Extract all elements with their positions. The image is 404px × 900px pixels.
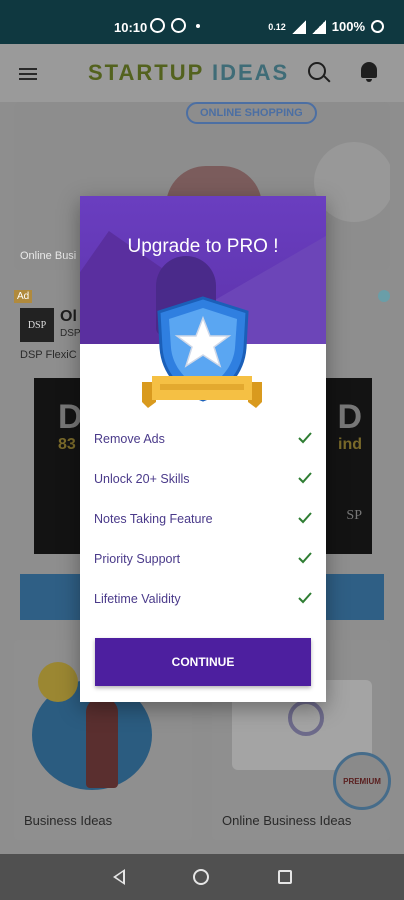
upgrade-dialog: Upgrade to PRO ! Remove Ads Unlock 20+ S… — [80, 196, 326, 702]
feature-row: Unlock 20+ Skills — [94, 468, 312, 508]
feature-row: Remove Ads — [94, 428, 312, 468]
ad-image-text: ind — [338, 436, 362, 453]
feature-label: Lifetime Validity — [94, 592, 181, 606]
dot-icon — [196, 23, 200, 28]
businessman-illustration — [86, 698, 118, 788]
app-bar: STARTUP IDEAS — [0, 44, 404, 102]
ribbon-icon — [142, 376, 262, 408]
tile-label: Business Ideas — [24, 813, 113, 828]
app-logo: STARTUP IDEAS — [88, 60, 289, 86]
logo-text-ideas: IDEAS — [211, 60, 290, 85]
status-right: 0.12 100% — [268, 19, 384, 34]
check-icon — [298, 432, 312, 444]
premium-badge[interactable]: PREMIUM — [333, 752, 391, 810]
banner-label: Online Busi — [20, 250, 77, 262]
feature-list: Remove Ads Unlock 20+ Skills Notes Takin… — [94, 428, 312, 628]
advertiser-logo: DSP — [20, 308, 54, 342]
ad-subtitle: DSP — [60, 328, 81, 339]
feature-label: Notes Taking Feature — [94, 512, 213, 526]
status-time: 10:10 — [114, 20, 148, 35]
wifi-signal-icon — [291, 19, 306, 34]
feature-row: Notes Taking Feature — [94, 508, 312, 548]
feature-row: Priority Support — [94, 548, 312, 588]
cell-signal-icon — [311, 19, 326, 34]
dollar-icon — [288, 700, 324, 736]
tile-label: Online Business Ideas — [222, 813, 352, 828]
status-notification-icons — [150, 18, 204, 33]
ad-image-text: 83 — [58, 436, 76, 453]
ad-image-text: D — [337, 398, 362, 436]
check-icon — [298, 512, 312, 524]
back-icon[interactable] — [113, 869, 125, 885]
check-icon — [298, 472, 312, 484]
notification-icon — [171, 18, 186, 33]
bell-icon[interactable] — [361, 62, 377, 82]
check-icon — [298, 592, 312, 604]
ad-badge: Ad — [14, 290, 33, 303]
recents-icon[interactable] — [278, 870, 292, 884]
dialog-title: Upgrade to PRO ! — [127, 236, 279, 257]
feature-label: Priority Support — [94, 552, 181, 566]
data-speed: 0.12 — [268, 21, 286, 32]
ad-image-text: SP — [346, 508, 362, 523]
lightbulb-icon — [38, 662, 78, 702]
battery-icon — [371, 20, 384, 33]
ad-info-icon[interactable] — [378, 290, 390, 302]
banner-tag: ONLINE SHOPPING — [186, 102, 317, 124]
ad-title: Ol — [60, 308, 77, 325]
whatsapp-icon — [150, 18, 165, 33]
status-bar: 10:10 0.12 100% — [0, 0, 404, 44]
battery-level: 100% — [331, 19, 365, 34]
system-nav-bar — [0, 854, 404, 900]
feature-row: Lifetime Validity — [94, 588, 312, 628]
search-icon[interactable] — [308, 62, 326, 80]
logo-text-startup: STARTUP — [88, 60, 204, 85]
menu-icon[interactable] — [19, 68, 37, 80]
continue-button[interactable]: CONTINUE — [95, 638, 311, 686]
feature-label: Remove Ads — [94, 432, 165, 446]
feature-label: Unlock 20+ Skills — [94, 472, 190, 486]
check-icon — [298, 552, 312, 564]
home-icon[interactable] — [193, 869, 209, 885]
ad-image-text: D — [58, 398, 83, 436]
